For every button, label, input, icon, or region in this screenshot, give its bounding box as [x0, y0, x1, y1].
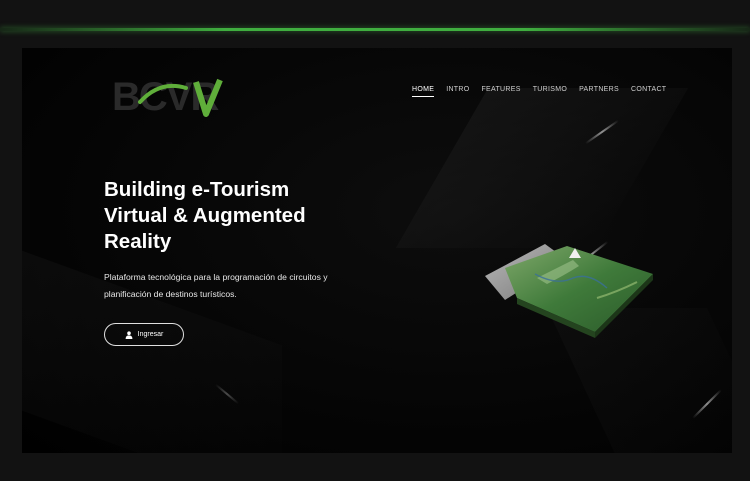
- main-nav: HOME INTRO FEATURES TURISMO PARTNERS CON…: [412, 86, 666, 97]
- hero-title-line: Virtual & Augmented: [104, 204, 306, 227]
- accent-line: [0, 28, 750, 31]
- hero-subtitle: Plataforma tecnológica para la programac…: [104, 269, 364, 303]
- hero-subtitle-line: planificación de destinos turísticos.: [104, 289, 237, 299]
- nav-item-partners[interactable]: PARTNERS: [579, 86, 619, 97]
- nav-item-intro[interactable]: INTRO: [446, 86, 469, 97]
- website-screen: BCVR HOME INTRO FEATURES TURISMO PARTNER…: [22, 48, 732, 453]
- hero-subtitle-line: Plataforma tecnológica para la programac…: [104, 272, 328, 282]
- device-frame: BCVR HOME INTRO FEATURES TURISMO PARTNER…: [0, 0, 750, 481]
- ingresar-label: Ingresar: [137, 331, 164, 338]
- nav-item-features[interactable]: FEATURES: [481, 86, 520, 97]
- terrain-3d-map: [485, 244, 653, 338]
- nav-item-home[interactable]: HOME: [412, 86, 435, 97]
- ingresar-button[interactable]: Ingresar: [104, 323, 184, 346]
- nav-item-turismo[interactable]: TURISMO: [533, 86, 567, 97]
- hero-title-line: Reality: [104, 230, 172, 253]
- bg-shape: [395, 88, 689, 248]
- user-icon: [125, 330, 133, 339]
- hero-title-line: Building e-Tourism: [104, 178, 290, 201]
- nav-item-contact[interactable]: CONTACT: [631, 86, 666, 97]
- hero-title: Building e-Tourism Virtual & Augmented R…: [104, 177, 364, 255]
- bcvr-logo[interactable]: BCVR: [110, 72, 234, 120]
